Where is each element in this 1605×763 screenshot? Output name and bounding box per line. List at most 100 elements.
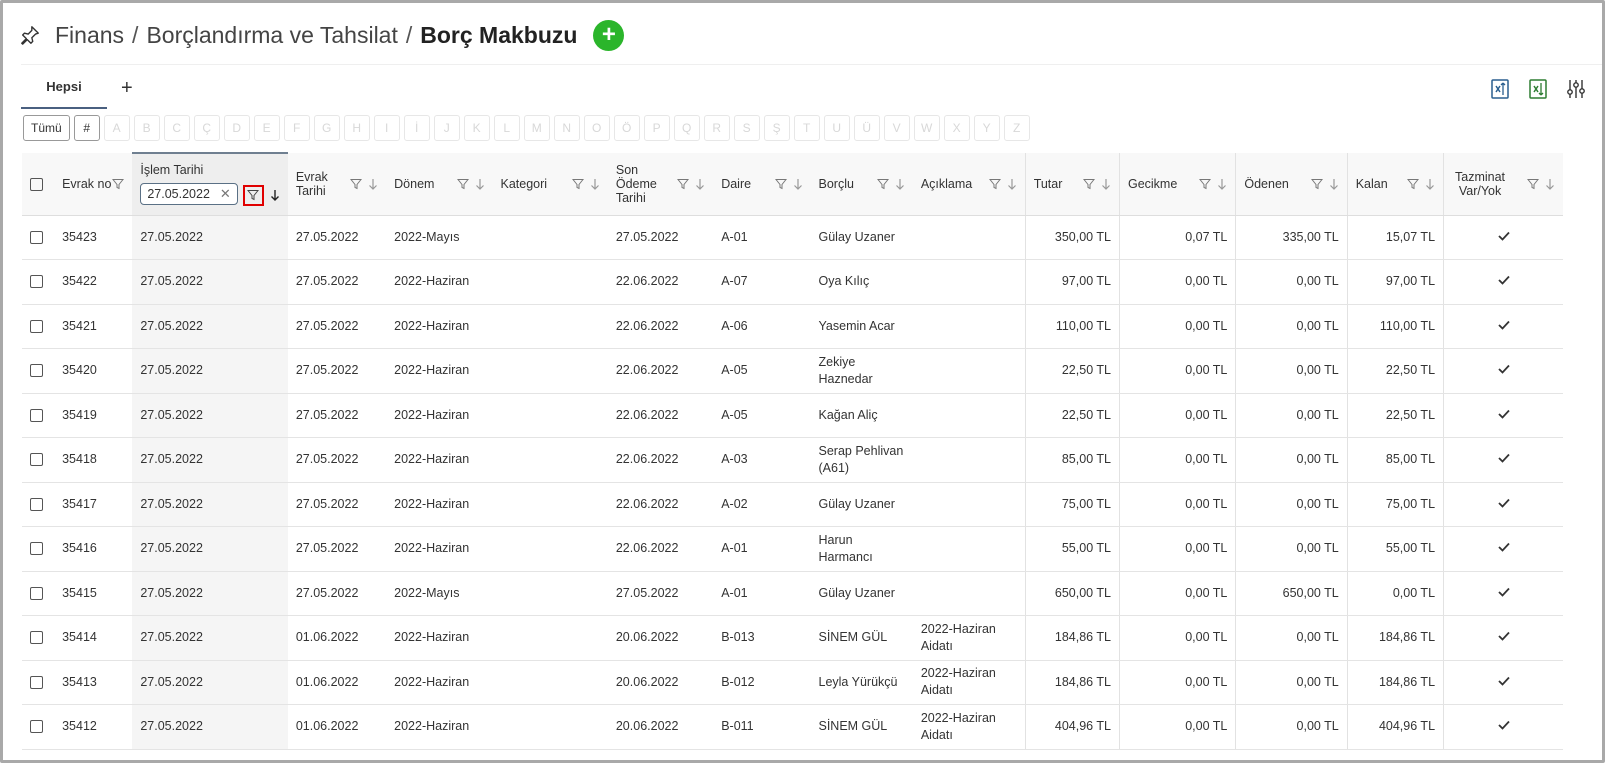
col-icons [1082, 178, 1111, 190]
table-row[interactable]: 35413 27.05.2022 01.06.2022 2022-Haziran 20.… [22, 660, 1563, 705]
row-checkbox[interactable] [30, 542, 43, 556]
sort-arrow-icon[interactable] [1425, 178, 1435, 190]
kategori-cell [492, 393, 608, 438]
sort-arrow-icon[interactable] [1007, 178, 1017, 190]
excel-import-icon[interactable] [1488, 77, 1512, 101]
row-checkbox[interactable] [30, 675, 43, 689]
row-checkbox[interactable] [30, 453, 43, 467]
evrak-tarihi-cell: 27.05.2022 [287, 304, 387, 349]
islem-tarihi-cell: 27.05.2022 [132, 393, 288, 438]
row-checkbox[interactable] [30, 319, 43, 333]
sort-arrow-icon[interactable] [1217, 178, 1227, 190]
row-checkbox[interactable] [30, 586, 43, 600]
sort-arrow-icon[interactable] [1101, 178, 1111, 190]
select-all-checkbox[interactable] [30, 177, 43, 191]
filter-icon[interactable] [1527, 178, 1539, 190]
filter-icon[interactable] [247, 189, 260, 201]
alpha-hash-button[interactable]: # [73, 115, 100, 141]
kategori-cell [492, 215, 608, 260]
col-donem[interactable]: Dönem [386, 153, 493, 216]
daire-cell: A-05 [713, 393, 811, 438]
col-gecikme[interactable]: Gecikme [1118, 153, 1236, 216]
alpha-letter-button: İ [403, 115, 430, 141]
sort-arrow-icon[interactable] [475, 178, 485, 190]
filter-icon[interactable] [350, 178, 363, 190]
table-row[interactable]: 35416 27.05.2022 27.05.2022 2022-Haziran 22.… [22, 526, 1563, 572]
sort-arrow-icon[interactable] [695, 178, 705, 190]
col-tutar[interactable]: Tutar [1024, 153, 1120, 216]
col-kategori[interactable]: Kategori [492, 153, 608, 216]
table-row[interactable]: 35422 27.05.2022 27.05.2022 2022-Haziran 22.… [22, 259, 1563, 305]
tab-hepsi[interactable]: Hepsi [21, 73, 107, 109]
table-row[interactable]: 35412 27.05.2022 01.06.2022 2022-Haziran 20.… [22, 704, 1563, 750]
column-settings-icon[interactable] [1564, 77, 1588, 101]
evrak-no-cell: 35419 [54, 393, 133, 438]
col-islem-tarihi[interactable]: İşlem Tarihi 27.05.2022 ✕ [132, 152, 288, 216]
filter-icon[interactable] [1310, 178, 1323, 190]
filter-icon[interactable] [876, 178, 889, 190]
sort-arrow-icon[interactable] [793, 178, 803, 190]
table-row[interactable]: 35417 27.05.2022 27.05.2022 2022-Haziran 22.… [22, 482, 1563, 527]
highlighted-filter-box[interactable] [242, 184, 264, 206]
sort-arrow-icon[interactable] [1329, 178, 1339, 190]
sort-arrow-icon[interactable] [895, 178, 905, 190]
col-kalan[interactable]: Kalan [1346, 153, 1444, 216]
add-record-button[interactable]: + [593, 19, 625, 51]
filter-icon[interactable] [774, 178, 787, 190]
sort-arrow-icon[interactable] [368, 178, 378, 190]
borclu-cell: Harun Harmancı [810, 526, 913, 572]
alpha-letter-button: F [283, 115, 310, 141]
row-checkbox[interactable] [30, 364, 43, 378]
table-row[interactable]: 35420 27.05.2022 27.05.2022 2022-Haziran 22.… [22, 348, 1563, 394]
breadcrumb-finans[interactable]: Finans [55, 22, 124, 49]
table-row[interactable]: 35421 27.05.2022 27.05.2022 2022-Haziran 22.… [22, 304, 1563, 349]
row-checkbox[interactable] [30, 631, 43, 645]
table-row[interactable]: 35423 27.05.2022 27.05.2022 2022-Mayıs 27.05… [22, 215, 1563, 260]
col-tazminat[interactable]: Tazminat Var/Yok [1443, 153, 1563, 216]
col-daire[interactable]: Daire [713, 153, 811, 216]
gecikme-cell: 0,00 TL [1118, 526, 1236, 572]
tazminat-cell [1443, 304, 1563, 349]
borclu-cell: Kağan Aliç [810, 393, 913, 438]
col-evrak-tarihi[interactable]: Evrak Tarihi [287, 153, 387, 216]
filter-icon[interactable] [112, 178, 125, 190]
daire-cell: B-011 [713, 704, 811, 750]
excel-export-icon[interactable] [1526, 77, 1550, 101]
col-icons [1407, 178, 1435, 190]
breadcrumb-borclandirma[interactable]: Borçlandırma ve Tahsilat [146, 22, 397, 49]
add-tab-button[interactable]: + [121, 73, 133, 109]
row-checkbox[interactable] [30, 275, 43, 289]
table-row[interactable]: 35415 27.05.2022 27.05.2022 2022-Mayıs 27.05… [22, 571, 1563, 616]
alpha-letter-button: U [823, 115, 850, 141]
row-checkbox[interactable] [30, 497, 43, 511]
row-checkbox[interactable] [30, 230, 43, 244]
sort-arrow-icon[interactable] [1545, 178, 1555, 190]
filter-icon[interactable] [988, 178, 1001, 190]
clear-filter-icon[interactable]: ✕ [220, 186, 231, 202]
row-checkbox[interactable] [30, 720, 43, 734]
breadcrumb-separator: / [132, 21, 139, 48]
odenen-cell: 0,00 TL [1235, 259, 1348, 305]
pin-icon[interactable] [19, 24, 41, 46]
sort-arrow-icon[interactable] [590, 178, 600, 190]
col-borclu[interactable]: Borçlu [810, 153, 913, 216]
tutar-cell: 97,00 TL [1024, 259, 1120, 305]
alpha-all-button[interactable]: Tümü [23, 115, 70, 141]
islem-tarihi-filter-chip[interactable]: 27.05.2022 ✕ [140, 182, 238, 205]
filter-icon[interactable] [571, 178, 584, 190]
sort-down-icon[interactable] [270, 189, 280, 202]
filter-icon[interactable] [1407, 178, 1420, 190]
table-row[interactable]: 35418 27.05.2022 27.05.2022 2022-Haziran 22.… [22, 437, 1563, 483]
table-row[interactable]: 35414 27.05.2022 01.06.2022 2022-Haziran 20.… [22, 615, 1563, 661]
filter-icon[interactable] [677, 178, 690, 190]
filter-icon[interactable] [1199, 178, 1212, 190]
row-checkbox[interactable] [30, 408, 43, 422]
table-row[interactable]: 35419 27.05.2022 27.05.2022 2022-Haziran 22.… [22, 393, 1563, 438]
col-son-odeme[interactable]: Son Ödeme Tarihi [607, 153, 714, 216]
filter-icon[interactable] [1082, 178, 1095, 190]
col-aciklama[interactable]: Açıklama [912, 153, 1026, 216]
col-evrak-no[interactable]: Evrak no [54, 153, 133, 216]
filter-icon[interactable] [456, 178, 469, 190]
son-odeme-cell: 22.06.2022 [607, 526, 714, 572]
col-odenen[interactable]: Ödenen [1235, 153, 1348, 216]
